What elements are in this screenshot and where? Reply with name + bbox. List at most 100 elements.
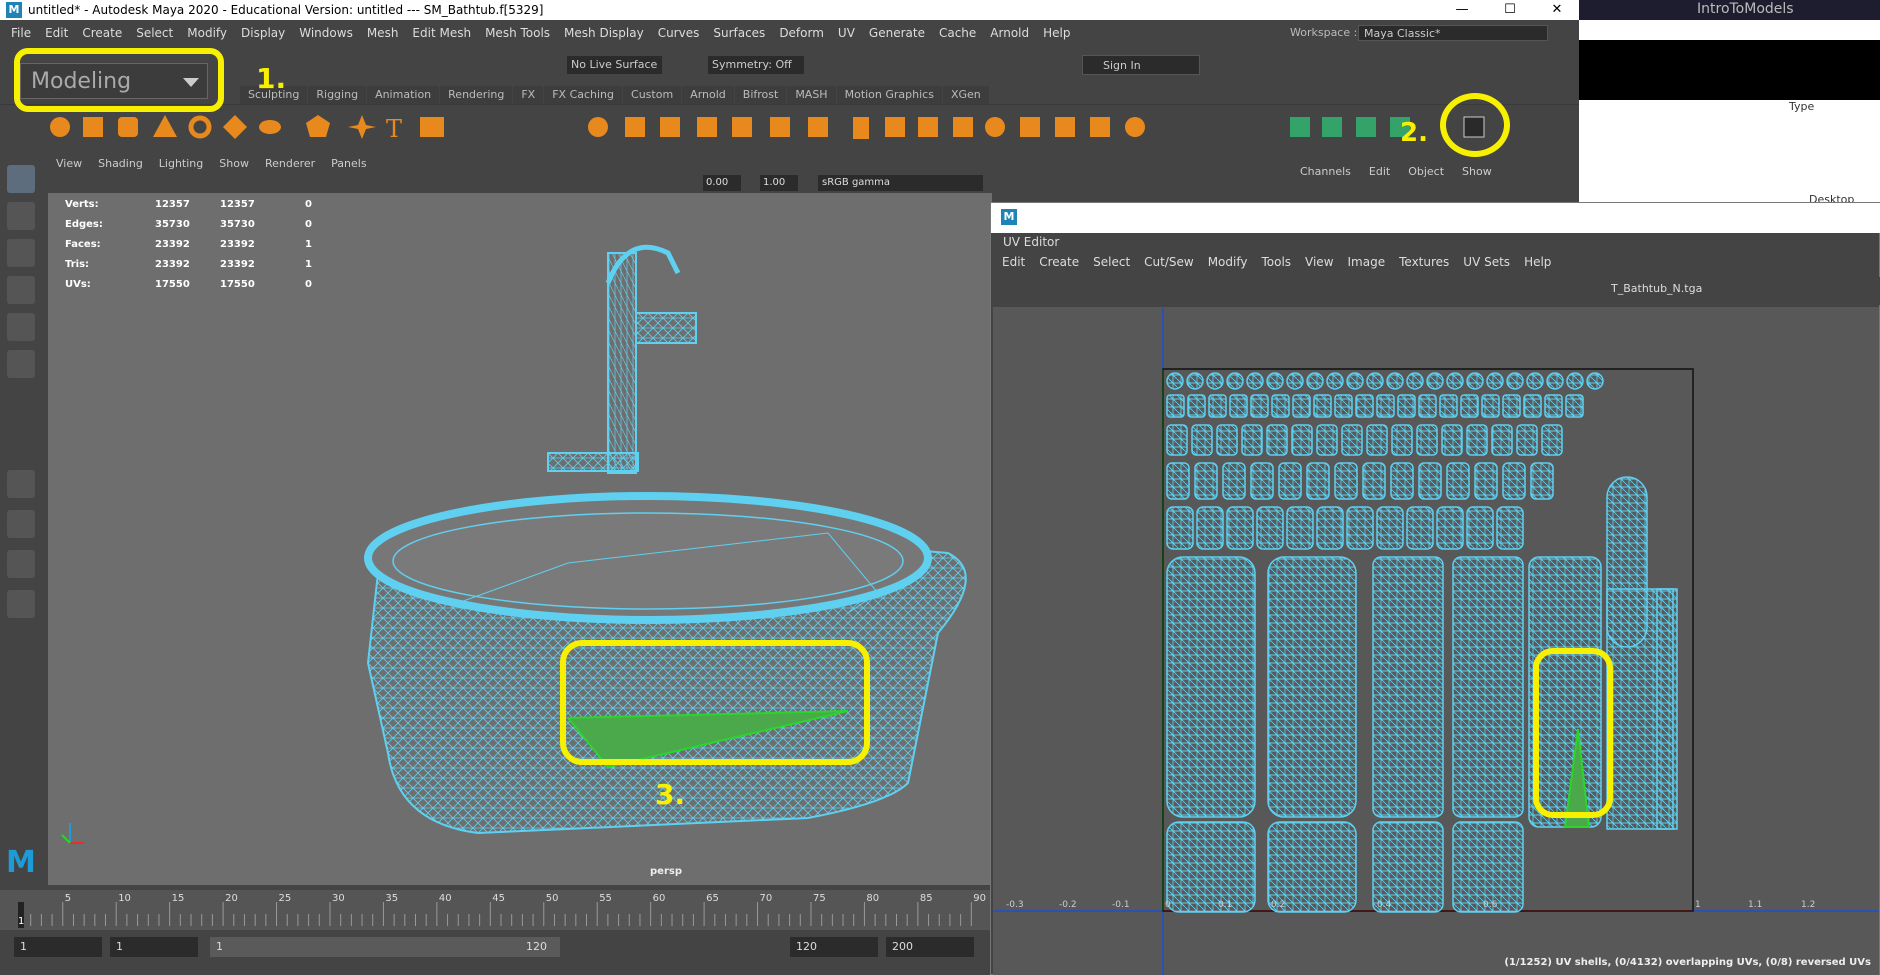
viewport-menu-renderer[interactable]: Renderer [257,155,323,173]
paint-select-tool-button[interactable] [7,239,35,267]
range-slider[interactable]: 1 [210,937,560,957]
rotate-tool-button[interactable] [7,313,35,341]
workspace-dropdown[interactable]: Maya Classic* [1358,25,1548,41]
menu-item-mesh-display[interactable]: Mesh Display [557,22,651,44]
uv-shell [1481,394,1500,418]
uv-menu-view[interactable]: View [1298,253,1340,271]
uv-grid-view[interactable]: -0.3 -0.2 -0.1 0 0.1 0.2 0.4 0.6 1 1.1 1.2 [993,307,1879,975]
uv-menu-help[interactable]: Help [1517,253,1558,271]
uv-shell [1266,424,1288,456]
menu-item-help[interactable]: Help [1036,22,1077,44]
menu-item-uv[interactable]: UV [831,22,862,44]
uv-menu-create[interactable]: Create [1032,253,1086,271]
gamma-field[interactable]: 1.00 [760,175,798,191]
viewport-menu-panels[interactable]: Panels [323,155,374,173]
menu-item-cache[interactable]: Cache [932,22,983,44]
viewport-menu-shading[interactable]: Shading [90,155,151,173]
menu-item-display[interactable]: Display [234,22,292,44]
range-start-field[interactable]: 1 [110,937,198,957]
menu-item-select[interactable]: Select [129,22,180,44]
close-button[interactable]: ✕ [1534,0,1580,20]
menu-item-mesh[interactable]: Mesh [360,22,406,44]
menu-item-mesh-tools[interactable]: Mesh Tools [478,22,557,44]
menu-item-edit[interactable]: Edit [38,22,75,44]
uv-shell [1226,506,1254,550]
colorspace-dropdown[interactable]: sRGB gamma [818,175,983,191]
menu-item-file[interactable]: File [4,22,38,44]
menu-item-modify[interactable]: Modify [180,22,234,44]
layout-four-button[interactable] [7,510,35,538]
uv-shell [1436,506,1464,550]
maximize-button[interactable]: ☐ [1487,0,1533,20]
layout-single-button[interactable] [7,470,35,498]
menu-item-create[interactable]: Create [75,22,129,44]
range-end-field[interactable]: 120 [790,937,878,957]
uv-shell [1166,372,1184,390]
menu-item-curves[interactable]: Curves [651,22,707,44]
scale-tool-button[interactable] [7,350,35,378]
channel-tab-channels[interactable]: Channels [1300,165,1351,178]
uv-shell [1226,372,1244,390]
outliner-button[interactable] [7,590,35,618]
menu-item-generate[interactable]: Generate [862,22,932,44]
shelf-tab-fx-caching[interactable]: FX Caching [544,86,623,104]
viewport-menu-show[interactable]: Show [211,155,257,173]
anim-end-field[interactable]: 200 [886,937,974,957]
menu-item-surfaces[interactable]: Surfaces [706,22,772,44]
shelf-tab-arnold[interactable]: Arnold [682,86,734,104]
lasso-tool-button[interactable] [7,202,35,230]
shelf-tab-rendering[interactable]: Rendering [440,86,513,104]
menu-item-arnold[interactable]: Arnold [983,22,1036,44]
channel-tab-show[interactable]: Show [1462,165,1492,178]
perspective-viewport[interactable] [48,193,992,885]
menu-item-edit-mesh[interactable]: Edit Mesh [405,22,478,44]
time-tick-label: 50 [546,893,559,904]
shelf-tab-custom[interactable]: Custom [623,86,682,104]
shelf-tabs: Sculpting Rigging Animation Rendering FX FX C… [240,86,990,104]
layout-two-button[interactable] [7,550,35,578]
shelf-tab-xgen[interactable]: XGen [942,86,989,104]
uv-menu-modify[interactable]: Modify [1201,253,1255,271]
uv-menu-cut-sew[interactable]: Cut/Sew [1137,253,1201,271]
time-slider[interactable]: 5 10 15 20 25 30 35 40 45 50 55 60 65 70 75 80 85 90 1 [0,890,992,930]
bathtub-wireframe [61,244,967,844]
minimize-button[interactable]: — [1439,0,1485,20]
shelf-tab-fx[interactable]: FX [513,86,544,104]
uv-axis-label: 1 [1695,900,1701,910]
channel-tab-object[interactable]: Object [1408,165,1444,178]
uv-menu-uv-sets[interactable]: UV Sets [1456,253,1517,271]
annotation-3: 3. [655,778,686,811]
uv-menu-select[interactable]: Select [1086,253,1137,271]
uv-shell [1271,394,1290,418]
select-tool-button[interactable] [7,165,35,193]
menu-item-deform[interactable]: Deform [772,22,831,44]
uv-shell [1491,424,1513,456]
uv-menu-edit[interactable]: Edit [995,253,1032,271]
uv-image-name[interactable]: T_Bathtub_N.tga [1611,282,1702,295]
uv-menu-tools[interactable]: Tools [1254,253,1298,271]
viewport-menu-lighting[interactable]: Lighting [151,155,211,173]
uv-shell [1452,821,1524,913]
symmetry-dropdown[interactable]: Symmetry: Off [708,56,804,74]
sign-in-button[interactable]: Sign In [1082,55,1200,75]
hud-row: Edges: 35730 35730 0 [65,215,325,235]
shelf-tab-animation[interactable]: Animation [367,86,440,104]
uv-menu-textures[interactable]: Textures [1392,253,1456,271]
shelf-tab-bifrost[interactable]: Bifrost [734,86,787,104]
uv-menu-image[interactable]: Image [1341,253,1393,271]
menu-item-windows[interactable]: Windows [292,22,360,44]
move-tool-button[interactable] [7,276,35,304]
live-surface-field[interactable]: No Live Surface [567,56,662,74]
shelf-tab-motion-graphics[interactable]: Motion Graphics [836,86,942,104]
uv-shell [1166,556,1256,818]
shelf-tab-mash[interactable]: MASH [787,86,836,104]
hud-label: Faces: [65,239,101,250]
start-frame-field[interactable]: 1 [14,937,102,957]
viewport-menu-view[interactable]: View [48,155,90,173]
uv-shell [1397,394,1416,418]
hud-c: 0 [305,199,312,210]
exposure-field[interactable]: 0.00 [703,175,741,191]
soap-tray [547,452,639,472]
channel-tab-edit[interactable]: Edit [1369,165,1390,178]
shelf-tab-rigging[interactable]: Rigging [308,86,367,104]
